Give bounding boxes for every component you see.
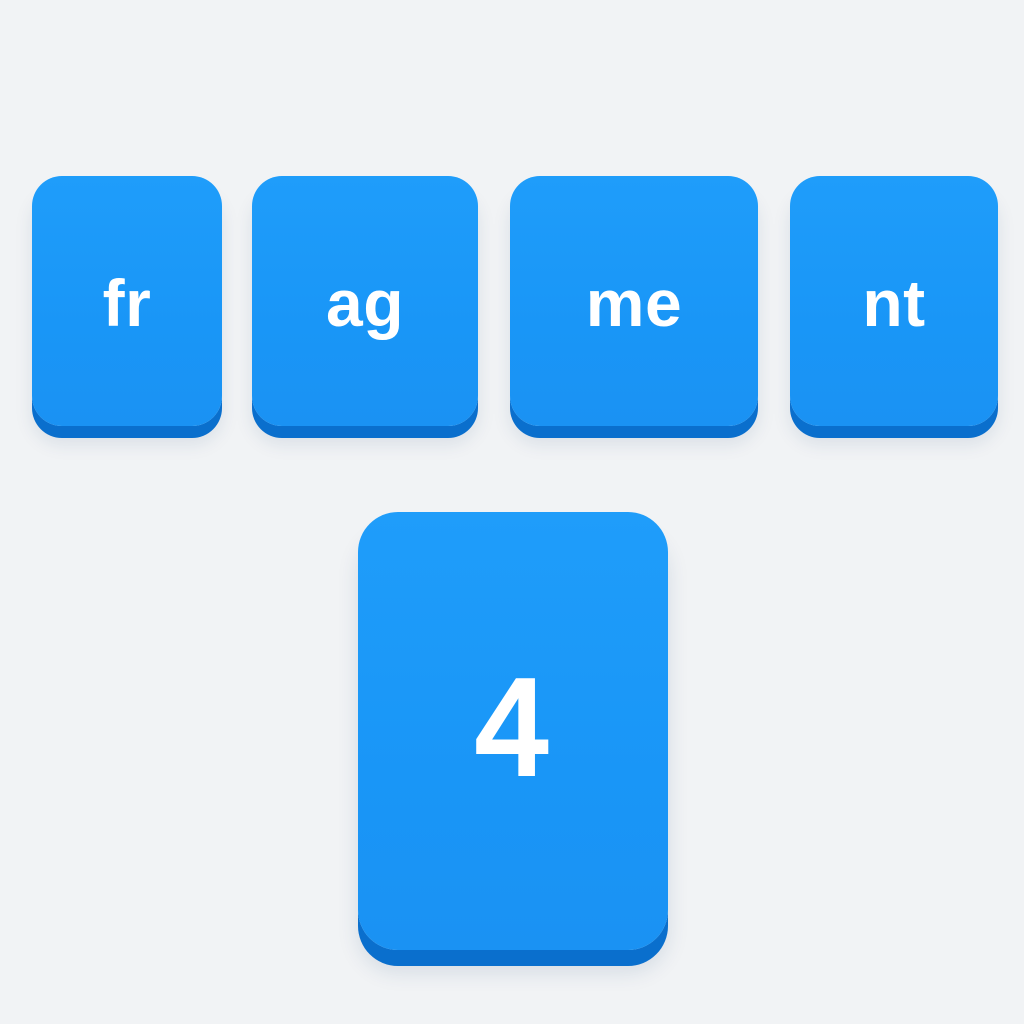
fragment-tile[interactable]: fr	[32, 176, 222, 426]
fragment-tile-label: me	[585, 266, 683, 340]
count-tile-number: 4	[470, 656, 555, 805]
fragment-tile-label: ag	[325, 266, 405, 340]
fragment-tile[interactable]: me	[510, 176, 758, 426]
fragment-tile-label: nt	[862, 266, 926, 340]
count-tile[interactable]: 4	[358, 512, 668, 950]
fragment-tile[interactable]: nt	[790, 176, 998, 426]
game-board: fr ag me nt 4	[0, 0, 1024, 1024]
fragment-tile[interactable]: ag	[252, 176, 478, 426]
fragment-tile-label: fr	[102, 266, 152, 340]
